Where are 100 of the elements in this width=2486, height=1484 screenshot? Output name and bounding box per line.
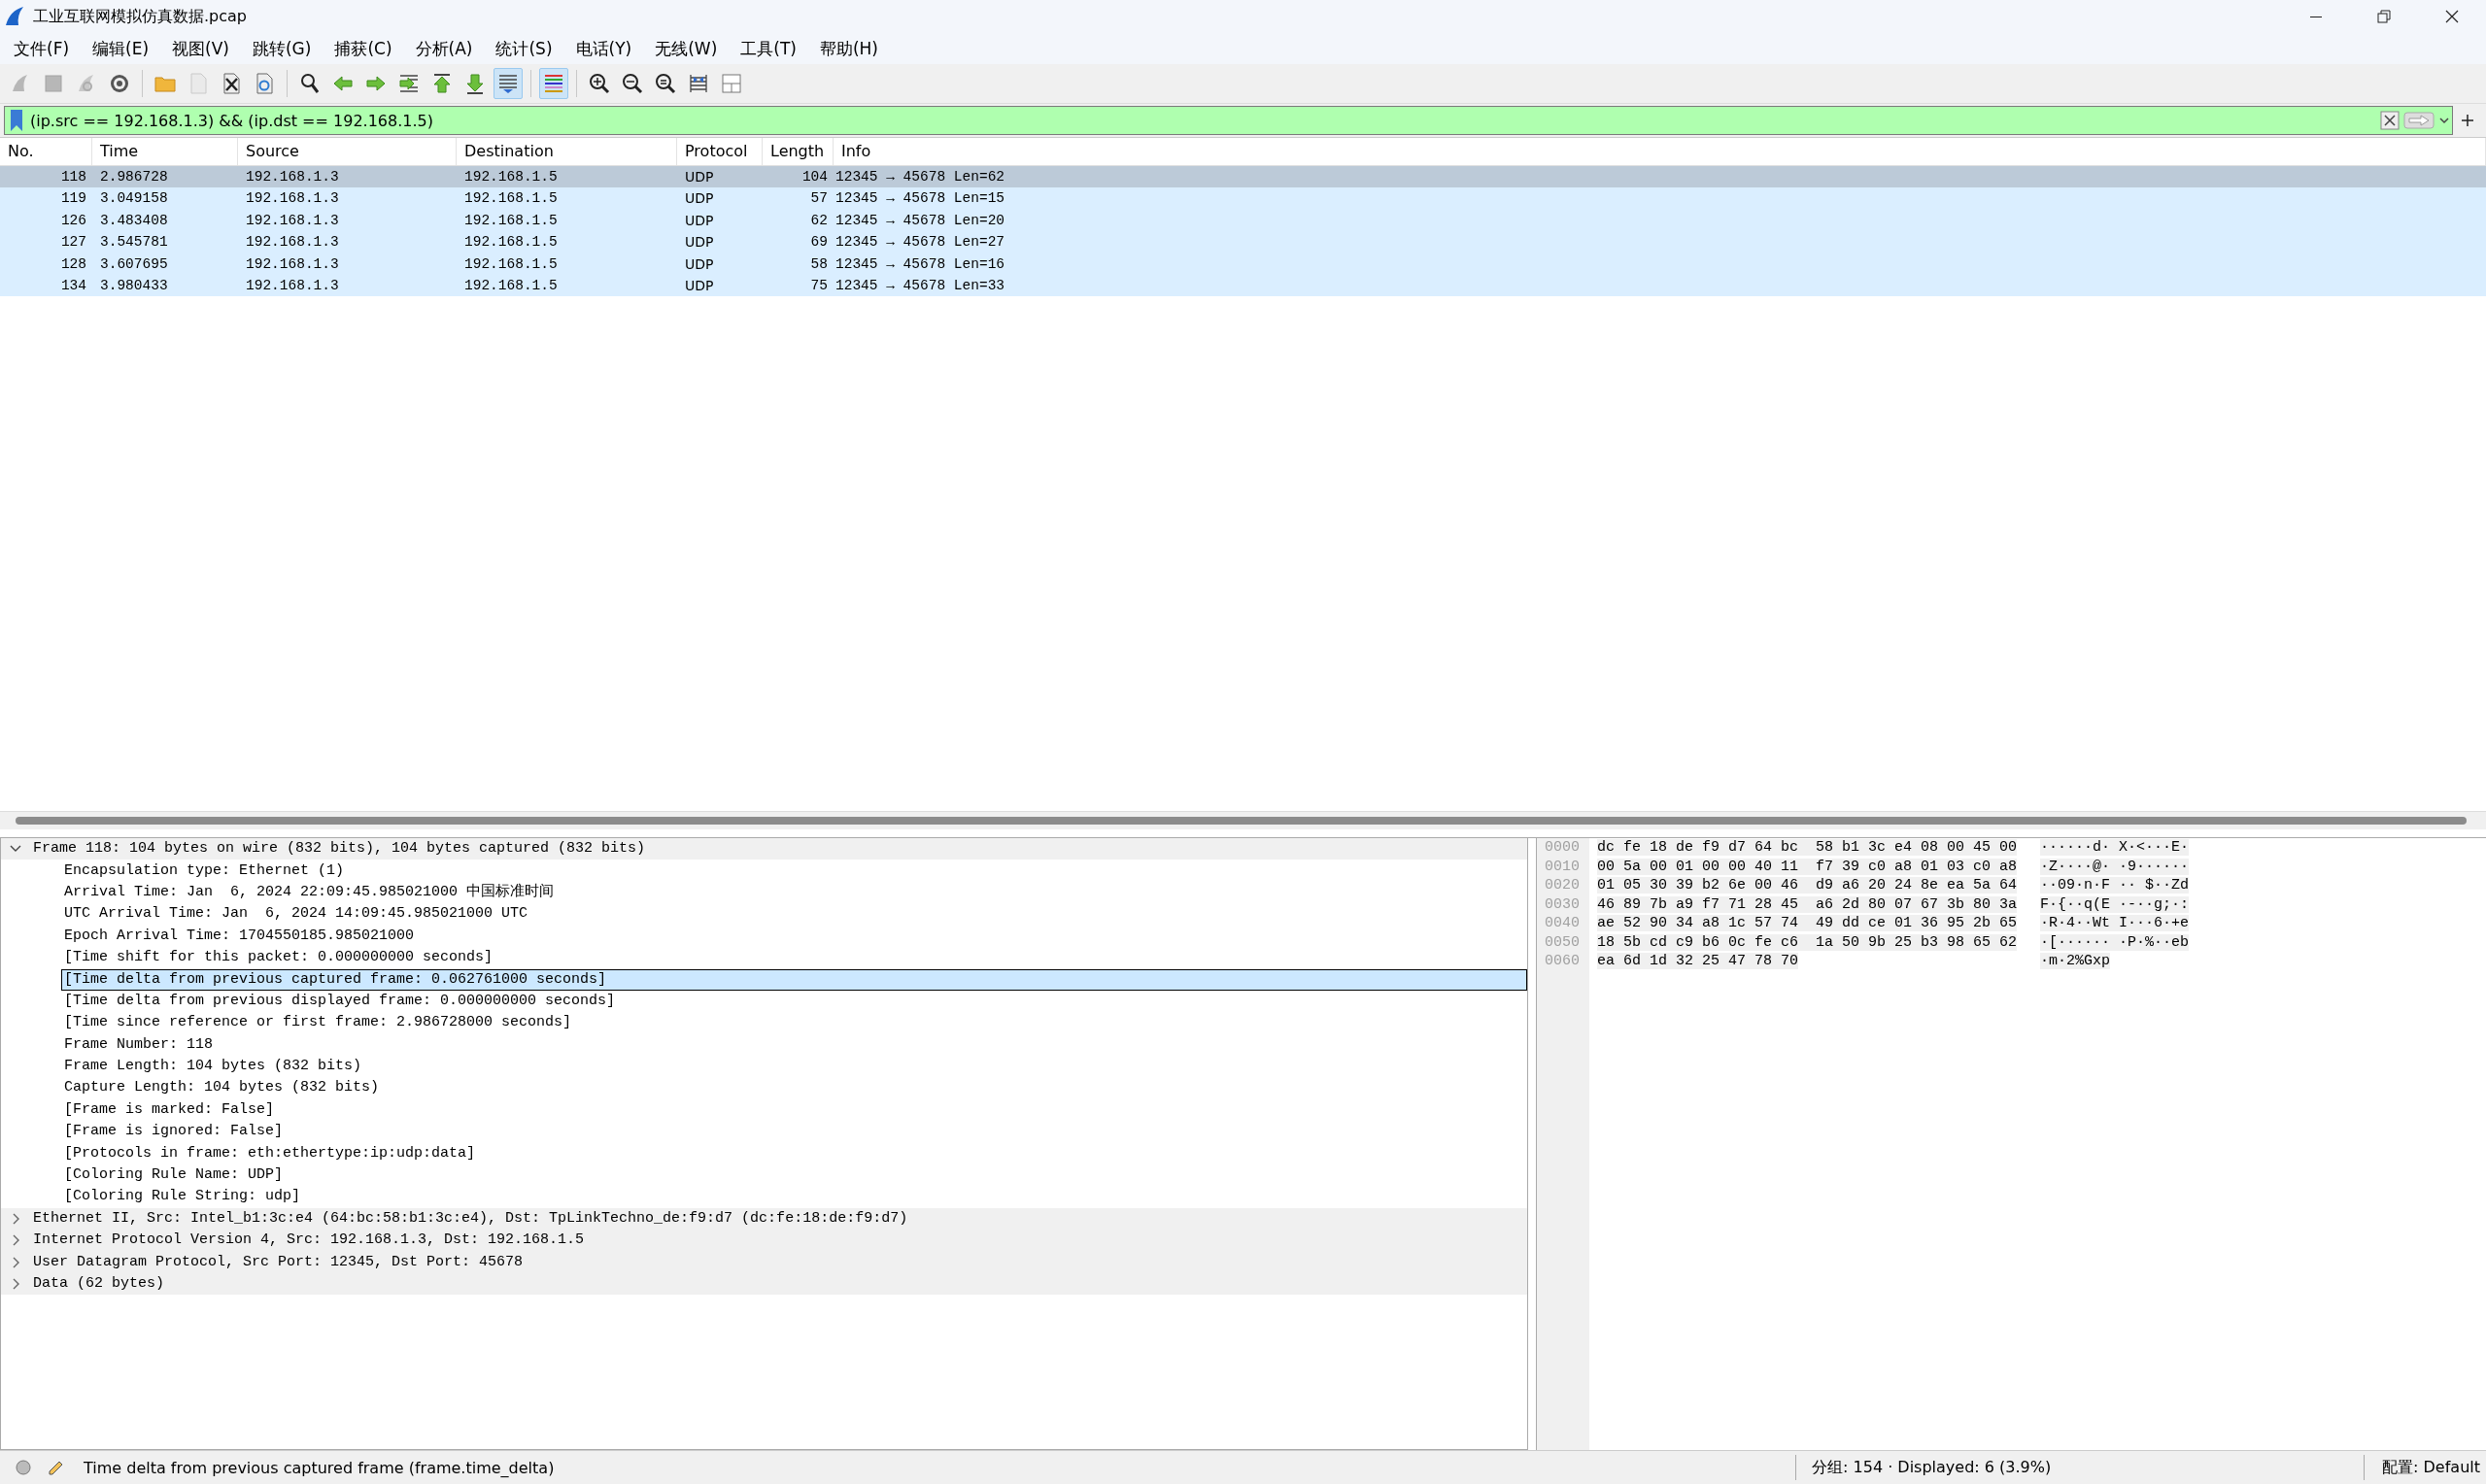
tree-item[interactable]: [Time since reference or first frame: 2.986728000 seconds] — [61, 1012, 575, 1034]
window-title: 工业互联网模拟仿真数据.pcap — [33, 6, 248, 27]
tree-item[interactable]: [Time delta from previous captured frame: 0.062761000 seconds] — [61, 968, 1527, 991]
table-cell-text: 3.607695 — [99, 254, 169, 274]
menu-item[interactable]: 捕获(C) — [323, 34, 404, 63]
offset-label: 0060 — [1544, 952, 1581, 971]
table-cell-text: 192.168.1.3 — [245, 168, 340, 186]
tree-item[interactable]: Frame Number: 118 — [61, 1033, 217, 1056]
column-header[interactable]: No. — [0, 138, 92, 165]
ascii-bytes: F·{··q(E ·-··g;·: — [2040, 895, 2190, 913]
tree-item[interactable]: Epoch Arrival Time: 1704550185.985021000 — [61, 925, 418, 947]
tree-item[interactable]: [Protocols in frame: eth:ethertype:ip:udp:data] — [61, 1142, 479, 1164]
gear-icon — [108, 72, 131, 95]
tree-item-label: Ethernet II, Src: Intel_b1:3c:e4 (64:bc:58:b1:3c:e4), Dst: TpLinkTechno_de:f9:d7 (dc:fe:18:de:f9:d7) — [32, 1208, 909, 1229]
menu-item[interactable]: 无线(W) — [643, 34, 730, 63]
packet-row[interactable]: 134 3.980433 192.168.1.3 192.168.1.5 UDP 75 12345 → 45678 Len=33 — [0, 274, 2486, 297]
bookmark-icon[interactable] — [9, 109, 24, 132]
menu-item[interactable]: 编辑(E) — [81, 34, 161, 63]
table-cell-text: 119 — [59, 189, 87, 209]
offset-label: 0010 — [1544, 857, 1581, 876]
table-cell-text: 192.168.1.5 — [463, 254, 559, 274]
ascii-bytes: ······d· X·<···E· — [2040, 839, 2190, 856]
status-circle-icon[interactable] — [14, 1458, 33, 1477]
restore-icon — [2376, 9, 2392, 24]
tree-item[interactable]: UTC Arrival Time: Jan 6, 2024 14:09:45.985021000 UTC — [61, 903, 531, 926]
menu-item[interactable]: 帮助(H) — [807, 34, 890, 63]
table-cell-text: 57 — [809, 189, 829, 209]
tree-item[interactable]: Encapsulation type: Ethernet (1) — [61, 860, 348, 882]
menu-item[interactable]: 统计(S) — [484, 34, 564, 63]
tree-item[interactable]: Data (62 bytes) — [1, 1272, 1527, 1296]
horizontal-scrollbar[interactable] — [0, 811, 2486, 829]
table-cell-text: 134 — [59, 276, 87, 295]
minimize-icon — [2310, 16, 2322, 17]
menu-item[interactable]: 电话(Y) — [563, 34, 644, 63]
profile-label[interactable]: 配置: Default — [2372, 1457, 2486, 1478]
hex-bytes: 00 5a 00 01 00 00 40 11 f7 39 c0 a8 01 03 c0 a8 — [1597, 858, 2018, 875]
packet-row[interactable]: 119 3.049158 192.168.1.3 192.168.1.5 UDP 57 12345 → 45678 Len=15 — [0, 187, 2486, 210]
clear-icon — [2380, 111, 2400, 130]
menu-item[interactable]: 文件(F) — [2, 34, 82, 63]
ascii-bytes: ·R·4··Wt I···6·+e — [2040, 915, 2190, 931]
packet-row[interactable]: 128 3.607695 192.168.1.3 192.168.1.5 UDP 58 12345 → 45678 Len=16 — [0, 253, 2486, 275]
tree-item[interactable]: [Frame is marked: False] — [61, 1098, 278, 1121]
tree-item[interactable]: Frame 118: 104 bytes on wire (832 bits), 104 bytes captured (832 bits) — [1, 838, 1527, 860]
packet-row[interactable]: 127 3.545781 192.168.1.3 192.168.1.5 UDP 69 12345 → 45678 Len=27 — [0, 231, 2486, 253]
tree-item[interactable]: Capture Length: 104 bytes (832 bits) — [61, 1077, 383, 1099]
menu-item[interactable]: 分析(A) — [403, 34, 485, 63]
packet-count: 分组: 154 · Displayed: 6 (3.9%) — [1811, 1457, 2053, 1478]
clear-filter-button[interactable] — [2378, 108, 2401, 133]
search-icon — [298, 72, 322, 95]
menu-item[interactable]: 视图(V) — [160, 34, 241, 63]
menu-item[interactable]: 跳转(G) — [240, 34, 324, 63]
table-cell-text: 192.168.1.5 — [463, 189, 559, 209]
table-cell-text: 12345 → 45678 Len=33 — [834, 276, 1006, 295]
ascii-bytes: ·[······ ·P·%··eb — [2040, 933, 2190, 951]
hex-bytes: 18 5b cd c9 b6 0c fe c6 1a 50 9b 25 b3 98 65 62 — [1597, 933, 2018, 951]
ascii-bytes: ·m·2%Gxp — [2040, 953, 2111, 969]
tree-item[interactable]: Frame Length: 104 bytes (832 bits) — [61, 1056, 365, 1078]
tree-item[interactable]: [Coloring Rule String: udp] — [61, 1186, 304, 1208]
colored-lines-icon — [542, 72, 565, 95]
column-header[interactable]: Info — [834, 138, 2486, 165]
tree-item[interactable]: Ethernet II, Src: Intel_b1:3c:e4 (64:bc:58:b1:3c:e4), Dst: TpLinkTechno_de:f9:d7 (dc:fe:18:de:f9:d7) — [1, 1207, 1527, 1231]
tree-item[interactable]: Arrival Time: Jan 6, 2024 22:09:45.985021000 中国标准时间 — [61, 881, 558, 903]
table-cell-text: 12345 → 45678 Len=15 — [834, 189, 1006, 209]
column-header[interactable]: Length — [763, 138, 834, 165]
table-cell-text: 118 — [59, 168, 87, 186]
hex-bytes: 46 89 7b a9 f7 71 28 45 a6 2d 80 07 67 3b 80 3a — [1597, 895, 2018, 913]
offset-label: 0040 — [1544, 914, 1581, 933]
tree-item-label: Frame 118: 104 bytes on wire (832 bits), 104 bytes captured (832 bits) — [32, 839, 647, 860]
column-header[interactable]: Protocol — [677, 138, 763, 165]
packet-row[interactable]: 126 3.483408 192.168.1.3 192.168.1.5 UDP 62 12345 → 45678 Len=20 — [0, 209, 2486, 232]
table-cell-text: UDP — [684, 276, 715, 295]
columns-icon — [687, 72, 710, 95]
tree-item[interactable]: [Coloring Rule Name: UDP] — [61, 1164, 287, 1187]
zoom-in-icon — [588, 72, 611, 95]
table-cell-text: UDP — [684, 233, 715, 253]
tree-item[interactable]: [Time shift for this packet: 0.000000000 seconds] — [61, 947, 496, 969]
tree-item-label: User Datagram Protocol, Src Port: 12345, Dst Port: 45678 — [32, 1252, 525, 1272]
hex-bytes: ea 6d 1d 32 25 47 78 70 — [1597, 953, 1799, 969]
column-header[interactable]: Time — [92, 138, 238, 165]
column-header[interactable]: Source — [238, 138, 457, 165]
grid-icon — [720, 72, 743, 95]
table-cell-text: 3.980433 — [99, 276, 169, 295]
table-cell-text: 75 — [809, 276, 829, 295]
ascii-bytes: ·Z····@· ·9······ — [2040, 858, 2190, 875]
jump-arrow-icon — [397, 72, 421, 95]
tree-item[interactable]: Internet Protocol Version 4, Src: 192.168.1.3, Dst: 192.168.1.5 — [1, 1230, 1527, 1252]
tree-item[interactable]: User Datagram Protocol, Src Port: 12345, Dst Port: 45678 — [1, 1251, 1527, 1273]
fin-icon — [4, 6, 25, 27]
display-filter-bar[interactable]: (ip.src == 192.168.1.3) && (ip.dst == 192.168.1.5) — [4, 106, 2453, 135]
tree-item[interactable]: [Time delta from previous displayed frame: 0.000000000 seconds] — [61, 990, 619, 1012]
table-cell-text: 12345 → 45678 Len=62 — [834, 168, 1006, 186]
toolbar-button[interactable] — [539, 68, 568, 99]
menu-item[interactable]: 工具(T) — [729, 34, 808, 63]
table-cell-text: UDP — [684, 211, 715, 230]
tree-item[interactable]: [Frame is ignored: False] — [61, 1121, 287, 1143]
table-cell-text: UDP — [684, 168, 715, 186]
column-header[interactable]: Destination — [457, 138, 677, 165]
close-icon — [2444, 9, 2460, 24]
packet-row[interactable]: 118 2.986728 192.168.1.3 192.168.1.5 UDP 104 12345 → 45678 Len=62 — [0, 166, 2486, 188]
offset-label: 0050 — [1544, 932, 1581, 952]
